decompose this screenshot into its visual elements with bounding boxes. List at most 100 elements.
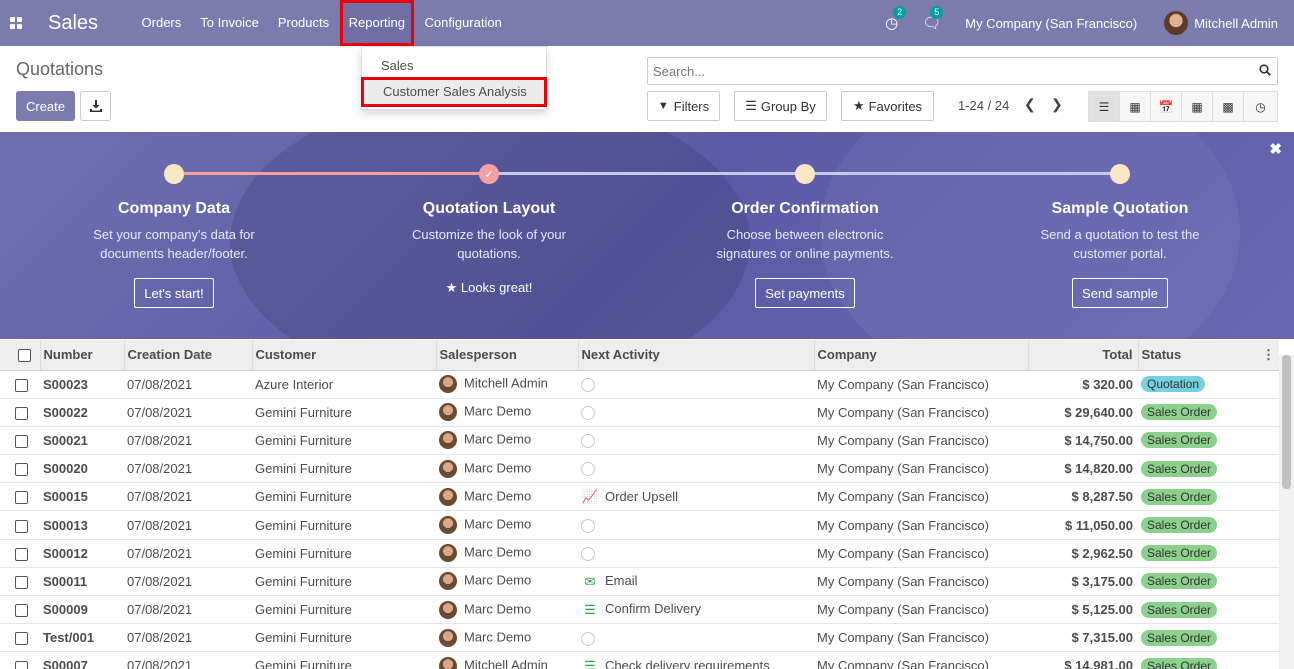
table-row[interactable]: Test/001 07/08/2021 Gemini Furniture Mar… [0,624,1279,652]
customer: Gemini Furniture [255,602,352,618]
order-number: S00022 [43,404,88,420]
company: My Company (San Francisco) [817,630,989,646]
next-activity [578,426,814,454]
table-row[interactable]: S00013 07/08/2021 Gemini Furniture Marc … [0,511,1279,540]
clock-icon[interactable] [581,631,595,646]
dropdown-item-sales[interactable]: Sales [362,55,546,77]
avatar [439,600,457,619]
table-row[interactable]: S00021 07/08/2021 Gemini Furniture Marc … [0,426,1279,455]
row-checkbox[interactable] [0,455,40,483]
pager-previous-icon[interactable]: ❮ [1024,96,1036,113]
col-customer[interactable]: Customer [251,340,436,371]
filters-button[interactable]: ▼ Filters [647,91,720,121]
table-row[interactable]: S00011 07/08/2021 Gemini Furniture Marc … [0,567,1279,596]
creation-date: 07/08/2021 [127,630,193,646]
calendar-view-icon[interactable]: 📅 [1150,91,1182,122]
row-checkbox[interactable] [0,426,40,454]
create-button[interactable]: Create [16,91,75,121]
step-title: Company Data [117,200,231,217]
company-switcher[interactable]: My Company (San Francisco) [965,16,1137,31]
apps-menu-icon[interactable] [0,0,32,46]
col-status[interactable]: Status ⋮ [1137,340,1279,371]
user-avatar[interactable] [1164,11,1189,35]
search-input[interactable] [648,63,1253,79]
row-checkbox[interactable] [0,652,40,669]
group-by-button[interactable]: ☰ Group By [734,91,827,121]
clock-icon[interactable] [581,518,595,533]
pager-value[interactable]: 1-24 / 24 [958,98,1009,113]
clock-icon[interactable] [581,377,595,392]
status-badge: Quotation [1141,376,1206,393]
favorites-button[interactable]: ★ Favorites [841,91,934,121]
table-row[interactable]: S00007 07/08/2021 Gemini Furniture Mitch… [0,652,1279,669]
select-all-checkbox[interactable] [0,340,40,371]
total: $ 29,640.00 [1064,404,1133,420]
order-number: S00009 [43,602,88,618]
creation-date: 07/08/2021 [127,432,193,448]
pager-next-icon[interactable]: ❯ [1051,96,1063,113]
set-payments-button[interactable]: Set payments [755,278,855,308]
step-dot-sample-quotation [1110,164,1130,184]
row-checkbox[interactable] [0,596,40,624]
creation-date: 07/08/2021 [127,376,193,392]
pivot-view-icon[interactable]: ▦ [1181,91,1213,122]
row-checkbox[interactable] [0,539,40,567]
col-total[interactable]: Total [1027,340,1138,371]
total: $ 14,820.00 [1064,461,1133,477]
status-badge: Sales Order [1141,460,1218,477]
app-name[interactable]: Sales [48,12,98,35]
menu-to-invoice[interactable]: To Invoice [191,0,269,46]
graph-view-icon[interactable]: ▩ [1212,91,1244,122]
quotations-list: Number Creation Date Customer Salesperso… [0,340,1294,669]
clock-icon[interactable] [581,547,595,561]
salesperson: Marc Demo [436,455,578,483]
order-number: S00007 [43,658,88,669]
order-number: S00012 [43,545,88,561]
search-icon[interactable] [1253,63,1277,79]
creation-date: 07/08/2021 [127,461,193,477]
col-creation-date[interactable]: Creation Date [123,340,252,371]
col-company[interactable]: Company [813,340,1028,371]
table-row[interactable]: S00012 07/08/2021 Gemini Furniture Marc … [0,539,1279,568]
dropdown-item-customer-sales-analysis[interactable]: Customer Sales Analysis [361,77,547,107]
table-row[interactable]: S00023 07/08/2021 Azure Interior Mitchel… [0,370,1279,399]
download-button[interactable] [80,91,111,121]
menu-orders[interactable]: Orders [132,0,191,46]
order-number: S00011 [43,573,88,589]
table-row[interactable]: S00015 07/08/2021 Gemini Furniture Marc … [0,483,1279,511]
status-badge: Sales Order [1141,629,1218,646]
row-checkbox[interactable] [0,511,40,539]
salesperson: Marc Demo [436,539,578,567]
activity-view-icon[interactable]: ◷ [1243,91,1278,122]
row-checkbox[interactable] [0,370,40,398]
company: My Company (San Francisco) [817,432,989,448]
menu-reporting[interactable]: Reporting [339,0,414,46]
table-row[interactable]: S00022 07/08/2021 Gemini Furniture Marc … [0,398,1279,427]
scrollbar[interactable] [1279,355,1294,669]
clock-icon[interactable] [581,406,595,421]
filters-label: Filters [673,98,710,114]
lets-start-button[interactable]: Let's start! [134,278,214,308]
row-checkbox[interactable] [0,483,40,511]
send-sample-button[interactable]: Send sample [1072,278,1168,308]
clock-icon[interactable] [581,434,595,449]
list-view-icon[interactable]: ☰ [1088,91,1120,122]
col-number[interactable]: Number [39,340,124,371]
row-checkbox[interactable] [0,567,40,595]
close-icon[interactable]: ✖ [1269,140,1282,158]
col-next-activity[interactable]: Next Activity [577,340,814,371]
activity-label: Order Upsell [605,488,678,504]
messages-icon[interactable]: 🗨 5 [922,6,944,32]
user-menu[interactable]: Mitchell Admin [1194,16,1278,31]
optional-columns-icon[interactable]: ⋮ [1262,347,1275,363]
row-checkbox[interactable] [0,624,40,652]
table-row[interactable]: S00009 07/08/2021 Gemini Furniture Marc … [0,596,1279,624]
menu-configuration[interactable]: Configuration [415,0,511,46]
clock-icon[interactable] [581,462,595,477]
menu-products[interactable]: Products [268,0,338,46]
table-row[interactable]: S00020 07/08/2021 Gemini Furniture Marc … [0,455,1279,483]
col-salesperson[interactable]: Salesperson [435,340,578,371]
activity-icon[interactable]: ◷ 2 [885,6,907,32]
kanban-view-icon[interactable]: ▦ [1119,91,1151,122]
row-checkbox[interactable] [0,398,40,426]
